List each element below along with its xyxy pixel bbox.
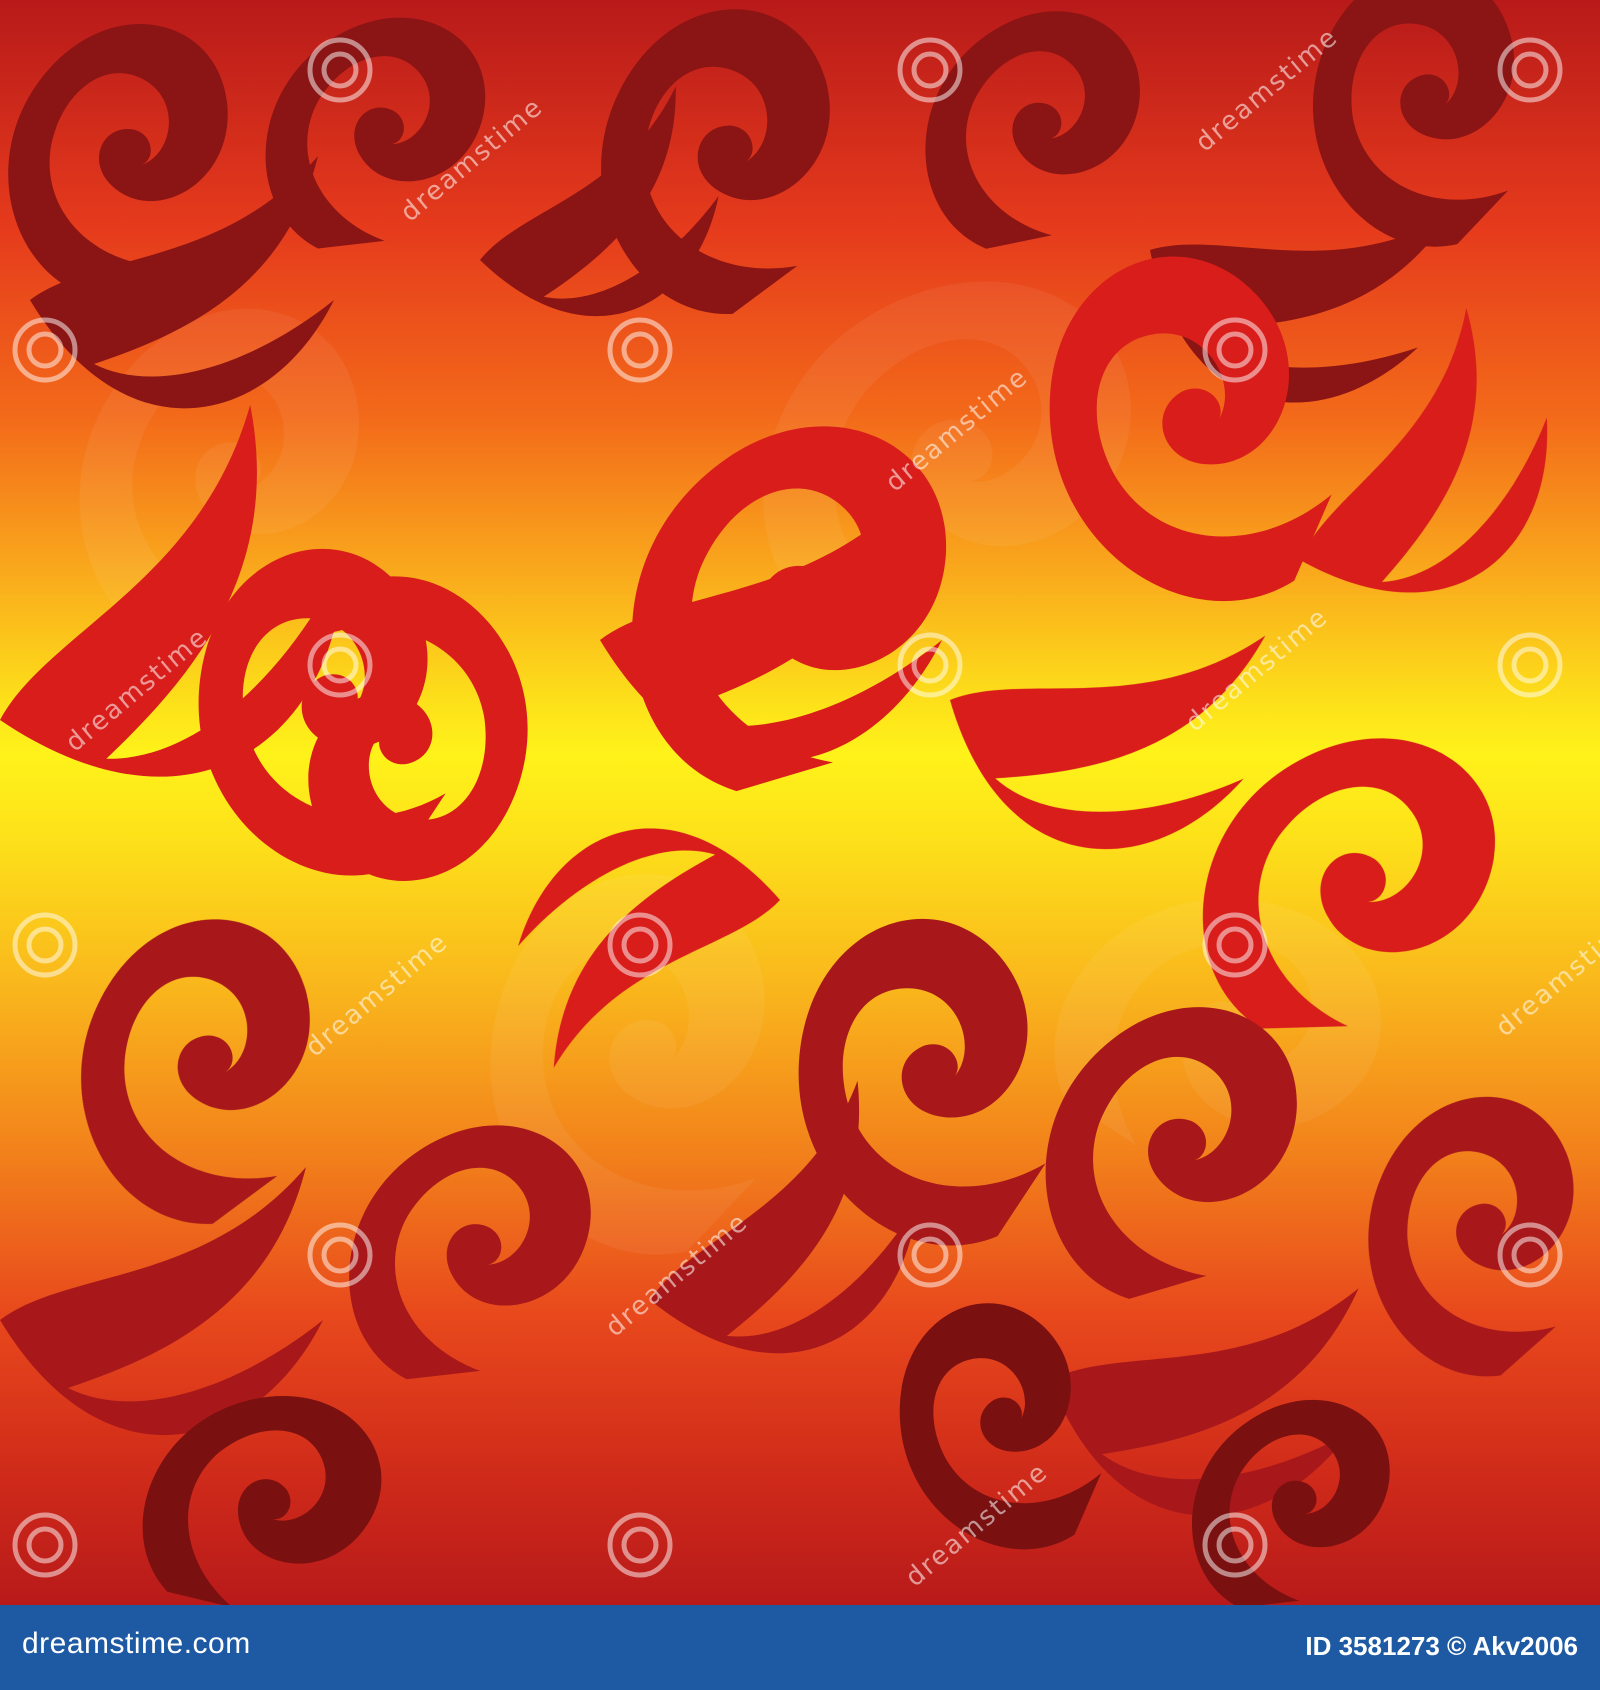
fire-pattern-image: dreamstime dreamstime dreamstime dreamst… [0, 0, 1600, 1605]
darkest-swirls-bottom [99, 1271, 1410, 1605]
stock-footer-bar: dreamstime.com ID 3581273 © Akv2006 [0, 1605, 1600, 1690]
swirl-artwork [0, 0, 1600, 1605]
site-name: dreamstime.com [22, 1627, 251, 1660]
dark-swirls-top [8, 0, 1572, 443]
image-id-credit: ID 3581273 © Akv2006 [1305, 1631, 1578, 1661]
